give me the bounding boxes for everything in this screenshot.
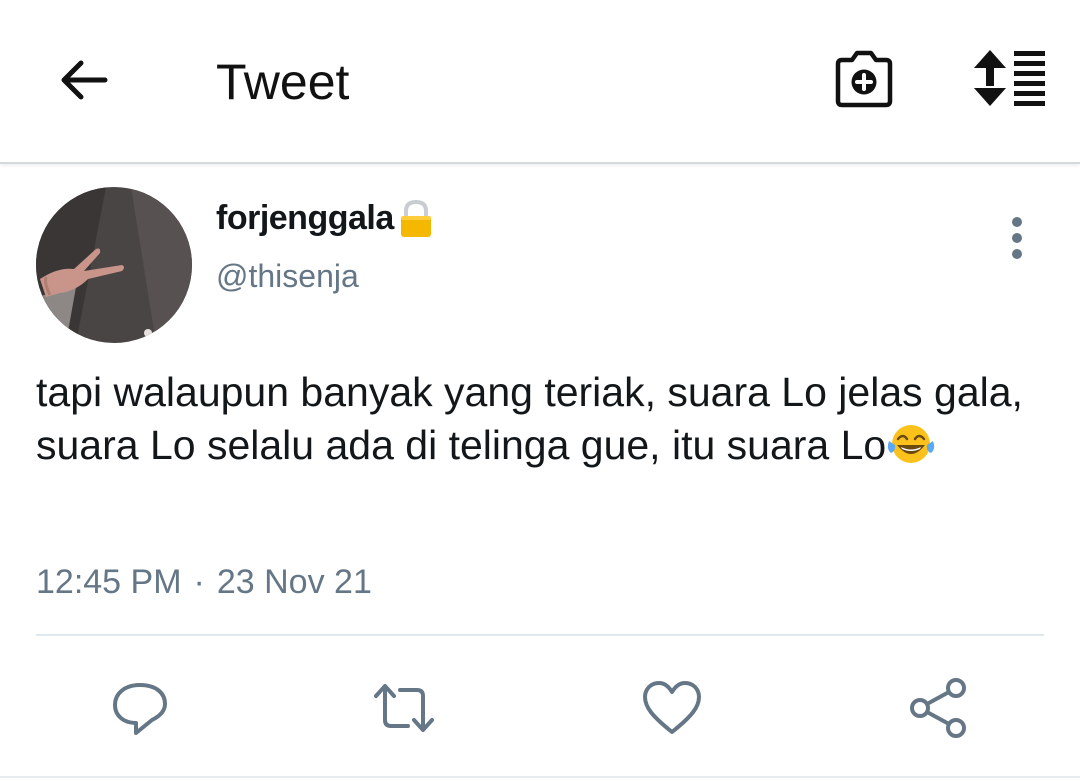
arrow-left-icon xyxy=(61,60,108,100)
sort-button[interactable] xyxy=(970,48,1048,108)
more-options-button[interactable] xyxy=(996,212,1038,268)
like-button[interactable] xyxy=(640,676,704,740)
tweet-date: 23 Nov 21 xyxy=(216,563,372,601)
meta-separator: · xyxy=(193,563,205,601)
camera-plus-icon xyxy=(835,50,893,108)
avatar[interactable] xyxy=(36,187,192,343)
sort-list-icon xyxy=(974,50,1045,106)
user-handle[interactable]: @thisenja xyxy=(216,254,359,298)
top-app-bar: Tweet xyxy=(0,0,1080,164)
display-name[interactable]: forjenggala xyxy=(216,196,394,240)
share-icon xyxy=(910,678,966,738)
divider xyxy=(36,634,1044,636)
back-button[interactable] xyxy=(55,50,115,110)
retweet-icon xyxy=(374,684,434,732)
heart-icon xyxy=(643,681,701,734)
retweet-button[interactable] xyxy=(372,676,436,740)
vertical-dots-icon xyxy=(1012,217,1022,259)
camera-button[interactable] xyxy=(830,44,898,112)
face-with-tears-of-joy-icon xyxy=(886,423,936,465)
tweet-timestamp: 12:45 PM · 23 Nov 21 xyxy=(36,560,372,604)
page-title: Tweet xyxy=(216,54,350,110)
bottom-divider xyxy=(0,776,1080,778)
tweet-text: tapi walaupun banyak yang teriak, suara … xyxy=(36,366,1046,472)
share-button[interactable] xyxy=(906,676,970,740)
reply-button[interactable] xyxy=(108,676,172,740)
profile-photo xyxy=(36,187,192,343)
reply-bubble-icon xyxy=(113,683,167,735)
tweet-detail-screen: Tweet forjenggala @thisenja tapi walaupu… xyxy=(0,0,1080,781)
lock-icon xyxy=(398,199,434,239)
tweet-time: 12:45 PM xyxy=(36,563,182,601)
tweet-text-content: tapi walaupun banyak yang teriak, suara … xyxy=(36,369,1023,468)
